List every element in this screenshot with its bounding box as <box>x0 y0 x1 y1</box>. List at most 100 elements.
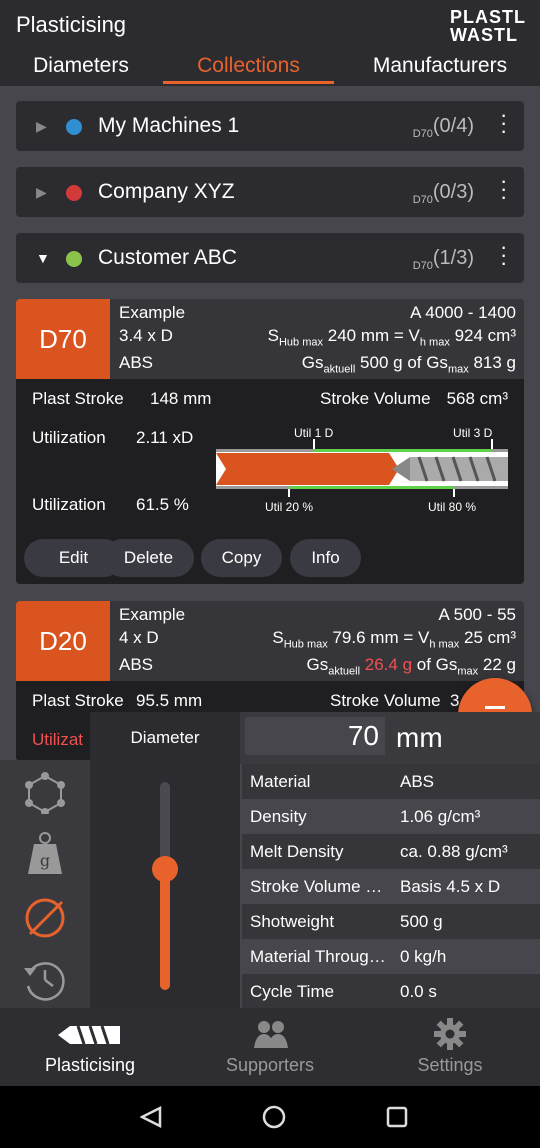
active-tab-indicator <box>163 81 334 84</box>
expand-arrow-icon[interactable]: ▶ <box>36 118 47 135</box>
shot-weight: Gsaktuell 26.4 g of Gsmax 22 g <box>306 655 517 678</box>
color-dot-icon <box>66 185 82 201</box>
property-value: ca. 0.88 g/cm³ <box>400 842 508 861</box>
tab-diameters[interactable]: Diameters <box>16 54 146 78</box>
collection-my-machines[interactable]: ▶ My Machines 1 D70(0/4) · · · <box>16 101 524 151</box>
property-name: Material <box>250 772 311 791</box>
slider-thumb[interactable] <box>152 856 178 883</box>
collection-name: My Machines 1 <box>98 114 240 137</box>
collection-name: Company XYZ <box>98 180 235 203</box>
app-header: Plasticising PLASTL WASTL Diameters Coll… <box>0 0 540 86</box>
diameter-badge: D70 <box>16 299 110 379</box>
property-value: 1.06 g/cm³ <box>400 807 481 826</box>
diameter-slider-panel: Diameter <box>90 712 240 1008</box>
property-name: Shotweight <box>250 912 335 931</box>
property-name: Cycle Time <box>250 982 335 1001</box>
nav-plasticising[interactable]: Plasticising <box>20 1055 160 1076</box>
utilization-label: Utilization <box>32 495 106 514</box>
home-icon[interactable] <box>262 1105 286 1129</box>
plast-stroke-value: 148 mm <box>150 389 212 408</box>
svg-text:g: g <box>40 851 50 870</box>
stroke-max: SHub max 240 mm = Vh max 924 cm³ <box>267 326 516 349</box>
property-name: Density <box>250 807 307 826</box>
supporters-icon[interactable] <box>254 1018 288 1050</box>
tick-util-80: Util 80 % <box>428 500 477 514</box>
property-row: Material ABS <box>242 764 540 799</box>
property-name: Material Throug… <box>250 947 386 966</box>
utilization-label: Utilizat <box>32 730 84 749</box>
machine-model: A 500 - 55 <box>438 605 516 624</box>
info-button[interactable]: Info <box>290 539 361 577</box>
utilization-pct-value: 61.5 % <box>136 495 189 514</box>
diameter-input-row: 70 mm <box>240 712 540 764</box>
settings-gear-icon[interactable] <box>434 1018 466 1050</box>
tick-util-3d: Util 3 D <box>453 426 493 440</box>
more-menu-icon[interactable]: · · · <box>500 170 507 208</box>
material: ABS <box>119 353 154 372</box>
color-dot-icon <box>66 119 82 135</box>
stroke-volume-label: Stroke Volume <box>320 389 431 408</box>
copy-button[interactable]: Copy <box>201 539 282 577</box>
property-value: Basis 4.5 x D <box>400 877 501 896</box>
plast-stroke-value: 95.5 mm <box>136 691 203 710</box>
property-value: 500 g <box>400 912 443 931</box>
slider-fill <box>160 869 170 990</box>
util-pct-bar <box>289 486 454 489</box>
color-dot-icon <box>66 251 82 267</box>
machine-card-d70: D70 Example 3.4 x D ABS A 4000 - 1400 SH… <box>16 299 524 584</box>
property-row: Stroke Volume V… Basis 4.5 x D <box>242 869 540 904</box>
property-row: Material Throug… 0 kg/h <box>242 939 540 974</box>
system-nav-bar <box>0 1086 540 1148</box>
collection-name: Customer ABC <box>98 246 237 269</box>
back-icon[interactable] <box>140 1106 162 1128</box>
diameter-unit: mm <box>396 722 443 753</box>
tick-util-1d: Util 1 D <box>294 426 334 440</box>
plasticising-screw-icon[interactable] <box>58 1022 122 1048</box>
expand-arrow-icon[interactable]: ▶ <box>36 184 47 201</box>
machine-model: A 4000 - 1400 <box>410 303 516 322</box>
utilization-label: Utilization <box>32 428 106 447</box>
diameter-badge: D20 <box>16 601 110 681</box>
util-d-bar <box>314 449 492 452</box>
property-row: Density 1.06 g/cm³ <box>242 799 540 834</box>
property-value: ABS <box>400 772 435 791</box>
nav-settings[interactable]: Settings <box>380 1055 520 1076</box>
utilization-d-value: 2.11 xD <box>136 428 194 447</box>
tab-manufacturers[interactable]: Manufacturers <box>355 54 525 78</box>
collection-company-xyz[interactable]: ▶ Company XYZ D70(0/3) · · · <box>16 167 524 217</box>
collection-customer-abc[interactable]: ▼ Customer ABC D70(1/3) · · · <box>16 233 524 283</box>
plast-stroke-label: Plast Stroke <box>32 691 124 710</box>
ld-ratio: 4 x D <box>119 628 159 647</box>
ld-ratio: 3.4 x D <box>119 326 173 345</box>
more-menu-icon[interactable]: · · · <box>500 104 507 142</box>
cycle-time-icon[interactable] <box>22 958 68 1002</box>
delete-button[interactable]: Delete <box>103 539 194 577</box>
weight-icon[interactable]: g <box>26 832 64 876</box>
property-row: Cycle Time 0.0 s <box>242 974 540 1009</box>
property-row: Melt Density ca. 0.88 g/cm³ <box>242 834 540 869</box>
plast-stroke-label: Plast Stroke <box>32 389 124 408</box>
stroke-volume-label: Stroke Volume <box>330 691 441 710</box>
material: ABS <box>119 655 154 674</box>
collection-count: D70(1/3) <box>412 247 474 272</box>
molecule-icon[interactable] <box>24 772 66 814</box>
nav-supporters[interactable]: Supporters <box>200 1055 340 1076</box>
recents-icon[interactable] <box>386 1106 408 1128</box>
collapse-arrow-icon[interactable]: ▼ <box>36 250 50 266</box>
collection-count: D70(0/3) <box>412 181 474 206</box>
diameter-input[interactable]: 70 <box>245 717 385 755</box>
property-row: Shotweight 500 g <box>242 904 540 939</box>
diameter-label: Diameter <box>130 728 200 747</box>
property-value: 0.0 s <box>400 982 437 1001</box>
screw-utilization-graphic <box>216 439 508 497</box>
tool-sidebar: g <box>0 760 90 1008</box>
more-menu-icon[interactable]: · · · <box>500 236 507 274</box>
property-name: Melt Density <box>250 842 344 861</box>
collection-count: D70(0/4) <box>412 115 474 140</box>
hamburger-icon <box>485 706 505 709</box>
diameter-icon[interactable] <box>24 896 68 940</box>
machine-name: Example <box>119 303 186 322</box>
tab-collections[interactable]: Collections <box>163 54 334 78</box>
tick-util-20: Util 20 % <box>265 500 314 514</box>
property-name: Stroke Volume V… <box>250 877 392 896</box>
